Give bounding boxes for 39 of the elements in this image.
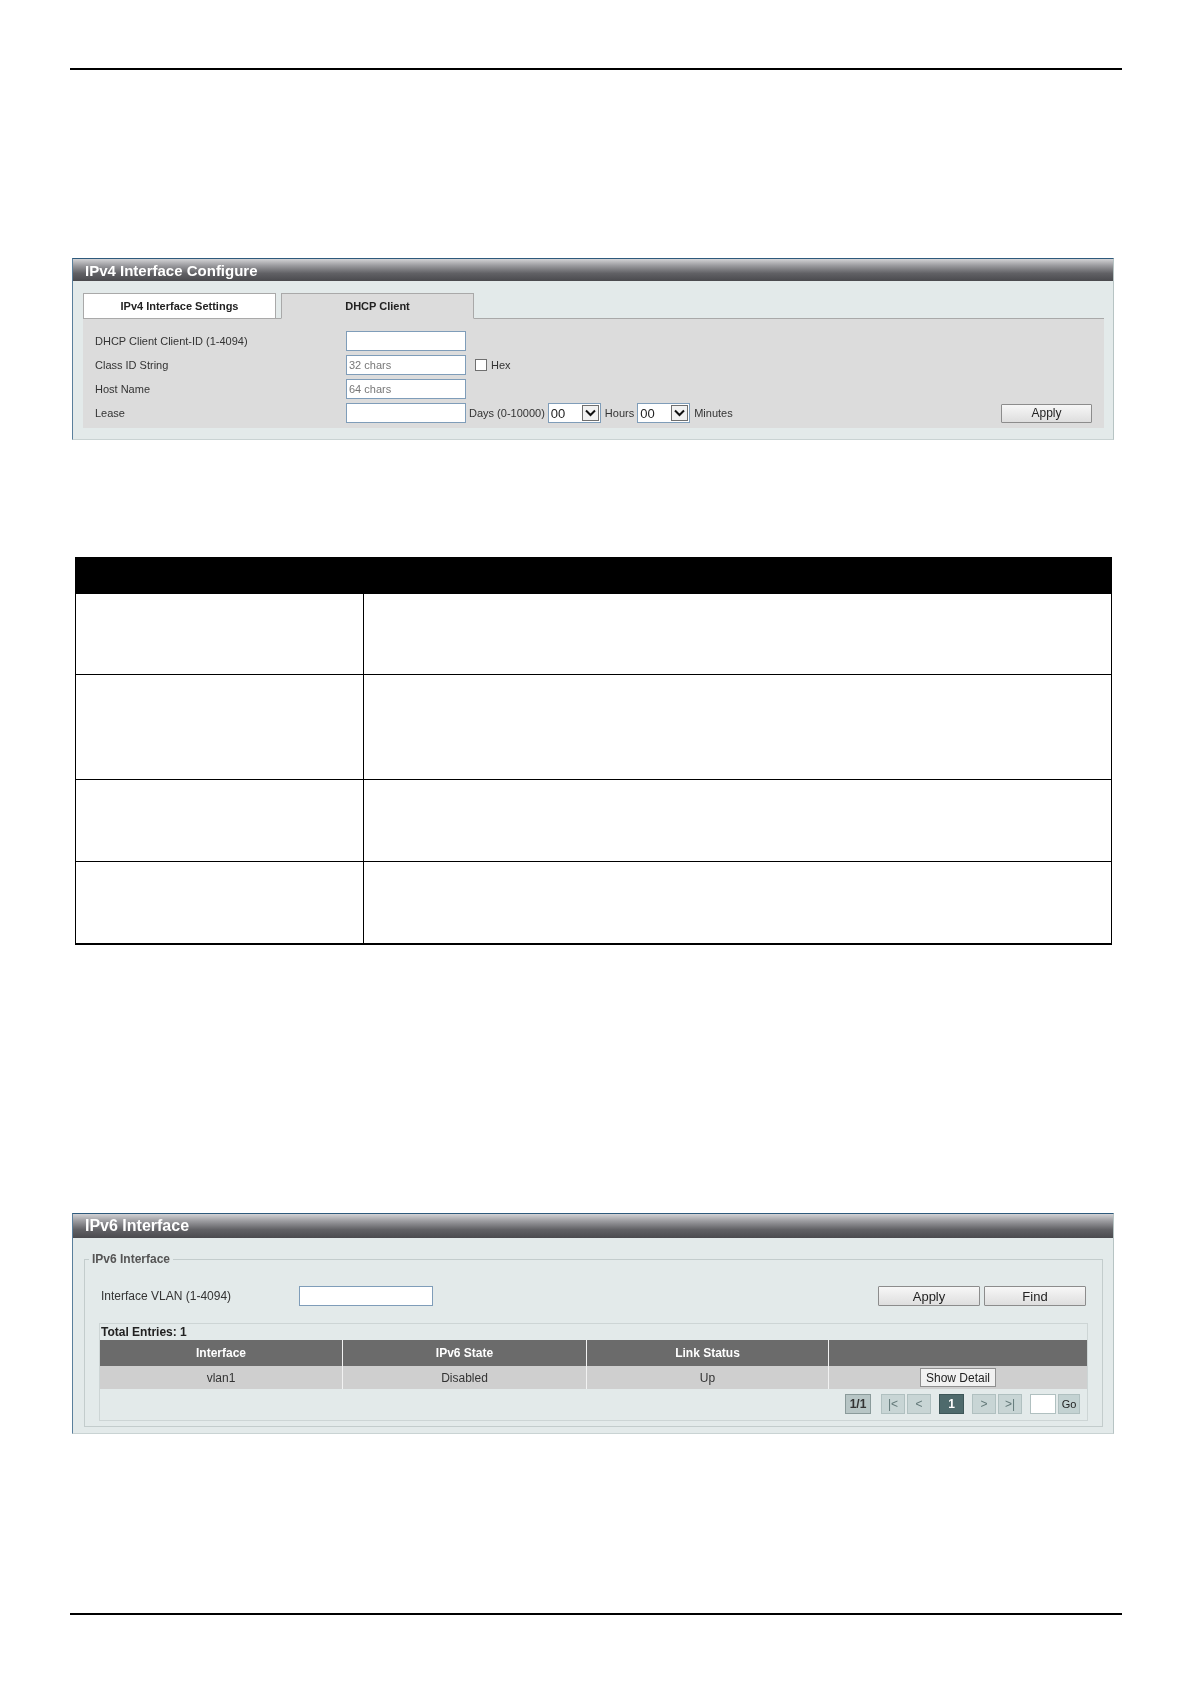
checkbox[interactable] [475,359,487,371]
unit-label: Minutes [694,407,733,419]
page-number-field[interactable] [1030,1394,1056,1414]
dropdown[interactable]: 00 [637,403,691,423]
input-field[interactable] [346,403,466,423]
column-header: IPv6 State [343,1340,587,1366]
chevron-down-icon [671,405,689,421]
field-label: Interface VLAN (1-4094) [101,1289,233,1303]
column-header: Link Status [587,1340,829,1366]
total-entries: Total Entries: 1 [100,1324,188,1340]
page-button[interactable]: 1 [939,1394,964,1414]
page-count: 1/1 [845,1394,871,1414]
group-title: IPv6 Interface [91,1252,172,1266]
go-button[interactable]: Go [1058,1394,1080,1414]
find-button[interactable]: Find [984,1286,1086,1306]
show-detail-button[interactable]: Show Detail [920,1368,996,1387]
table-cell: Up [587,1366,829,1389]
field-label: Class ID String [95,359,170,371]
apply-button[interactable]: Apply [878,1286,980,1306]
field-label: Lease [95,407,126,419]
input-field[interactable] [346,331,466,351]
input-field[interactable]: 32 chars [346,355,466,375]
field-label: DHCP Client Client-ID (1-4094) [95,335,249,347]
checkbox-label: Hex [491,359,511,371]
unit-label: Days (0-10000) [469,407,545,419]
panel-title: IPv6 Interface [85,1217,190,1235]
table-cell: vlan1 [100,1366,343,1389]
panel-title: IPv4 Interface Configure [85,261,258,279]
dropdown[interactable]: 00 [547,403,601,423]
field-label: Host Name [95,383,152,395]
input-field[interactable]: 64 chars [346,379,466,399]
apply-button[interactable]: Apply [1001,403,1092,423]
tab[interactable]: IPv4 Interface Settings [83,293,276,319]
input-field[interactable] [299,1286,433,1306]
table-cell: Disabled [343,1366,587,1389]
tab[interactable]: DHCP Client [281,293,474,319]
unit-label: Hours [604,407,635,419]
column-header: Interface [100,1340,343,1366]
chevron-down-icon [581,405,599,421]
